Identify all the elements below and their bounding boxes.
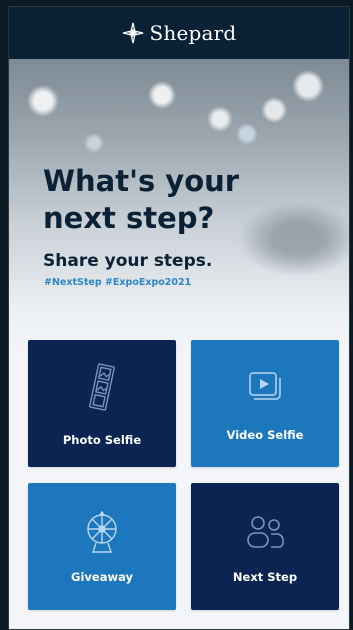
hero-title-line1: What's your <box>43 164 240 198</box>
giveaway-label: Giveaway <box>71 570 133 584</box>
prize-wheel-icon <box>87 511 117 553</box>
video-play-icon <box>249 372 281 400</box>
hero-hashtags: #NextStep #ExpoExpo2021 <box>44 277 192 288</box>
photo-selfie-label: Photo Selfie <box>62 433 142 447</box>
next-step-label: Next Step <box>232 570 298 584</box>
brand-name: Shepard <box>149 21 237 45</box>
hero-title: What's your next step? <box>43 163 333 237</box>
hero-subtitle: Share your steps. <box>43 251 213 271</box>
brand-logo[interactable]: Shepard <box>122 21 237 45</box>
app-frame: Shepard What's your next step? Share you… <box>8 6 350 630</box>
giveaway-tile[interactable]: Giveaway <box>28 483 176 610</box>
hero-banner: What's your next step? Share your steps.… <box>9 59 349 359</box>
top-bar: Shepard <box>9 7 349 59</box>
hero-title-line2: next step? <box>43 201 215 235</box>
photo-strip-icon <box>89 363 115 411</box>
diamond-star-logo-icon <box>122 22 143 44</box>
video-selfie-label: Video Selfie <box>226 428 304 442</box>
photo-selfie-tile[interactable]: Photo Selfie <box>28 340 176 467</box>
next-step-tile[interactable]: Next Step <box>191 483 339 610</box>
people-icon <box>247 516 284 548</box>
video-selfie-tile[interactable]: Video Selfie <box>191 340 339 467</box>
